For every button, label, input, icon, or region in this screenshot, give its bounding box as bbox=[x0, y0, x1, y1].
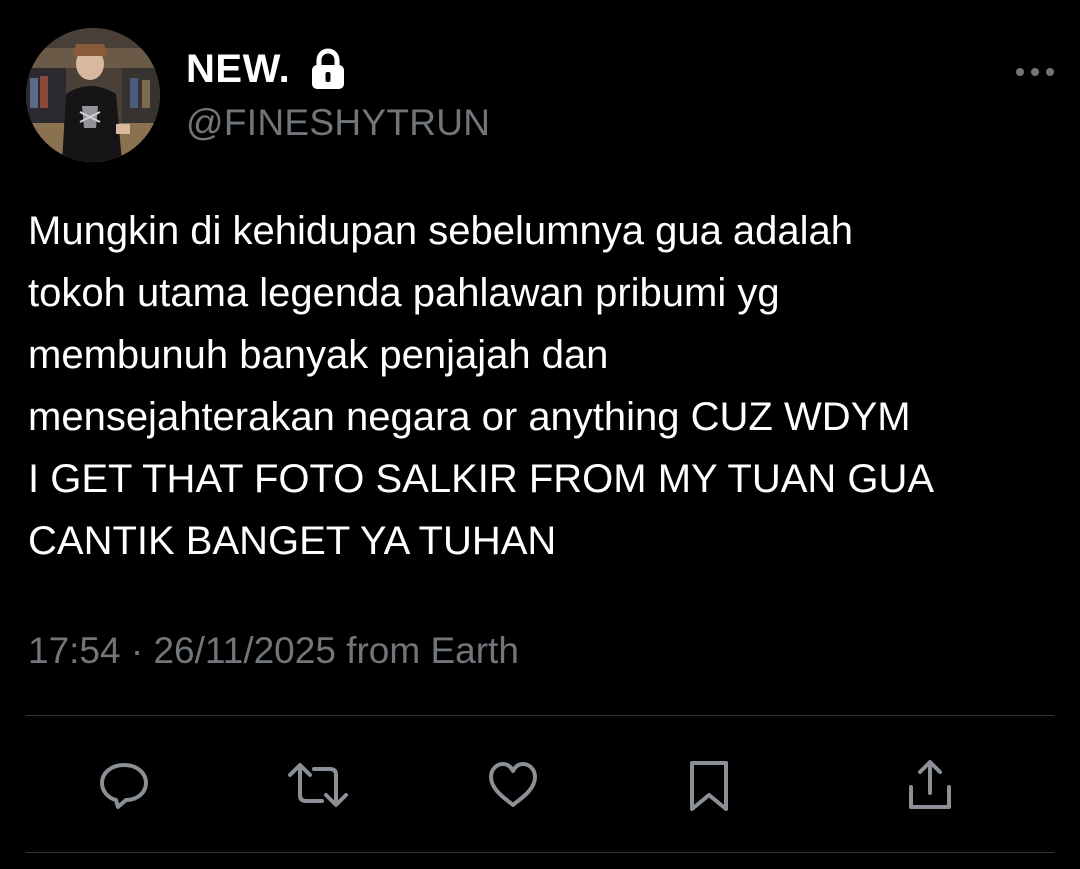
tweet-text-line: membunuh banyak penjajah dan bbox=[28, 333, 609, 377]
divider bbox=[26, 852, 1054, 853]
bookmark-button[interactable] bbox=[674, 750, 744, 820]
author-name-row: NEW. bbox=[186, 44, 348, 94]
tweet-text-line: tokoh utama legenda pahlawan pribumi yg bbox=[28, 271, 780, 315]
display-name[interactable]: NEW. bbox=[186, 47, 290, 92]
tweet-text-line: I GET THAT FOTO SALKIR FROM MY TUAN GUA bbox=[28, 457, 935, 501]
divider bbox=[26, 715, 1054, 716]
retweet-button[interactable] bbox=[283, 750, 353, 820]
heart-icon bbox=[489, 762, 537, 807]
tweet-metadata: 17:54 · 26/11/2025 from Earth bbox=[28, 630, 519, 672]
avatar[interactable] bbox=[26, 28, 160, 162]
like-button[interactable] bbox=[478, 750, 548, 820]
share-button[interactable] bbox=[895, 750, 965, 820]
tweet: NEW. @FINESHYTRUN Mungkin di kehidupan s… bbox=[0, 0, 1080, 869]
meta-separator: · bbox=[130, 630, 144, 671]
tweet-time[interactable]: 17:54 bbox=[28, 630, 121, 671]
tweet-text: Mungkin di kehidupan sebelumnya gua adal… bbox=[28, 200, 1058, 572]
action-bar bbox=[0, 750, 1080, 820]
author-handle[interactable]: @FINESHYTRUN bbox=[186, 102, 490, 144]
lock-icon bbox=[308, 47, 348, 91]
tweet-text-line: Mungkin di kehidupan sebelumnya gua adal… bbox=[28, 209, 854, 253]
tweet-text-line: mensejahterakan negara or anything CUZ W… bbox=[28, 395, 911, 439]
more-horizontal-icon[interactable] bbox=[1012, 60, 1058, 84]
reply-icon bbox=[100, 763, 148, 809]
retweet-icon bbox=[288, 763, 348, 807]
reply-button[interactable] bbox=[89, 750, 159, 820]
tweet-source: from Earth bbox=[346, 630, 519, 671]
avatar-photo bbox=[26, 28, 160, 162]
tweet-text-line: CANTIK BANGET YA TUHAN bbox=[28, 519, 557, 563]
tweet-date[interactable]: 26/11/2025 bbox=[153, 630, 335, 671]
bookmark-icon bbox=[690, 761, 728, 811]
share-icon bbox=[909, 760, 951, 809]
